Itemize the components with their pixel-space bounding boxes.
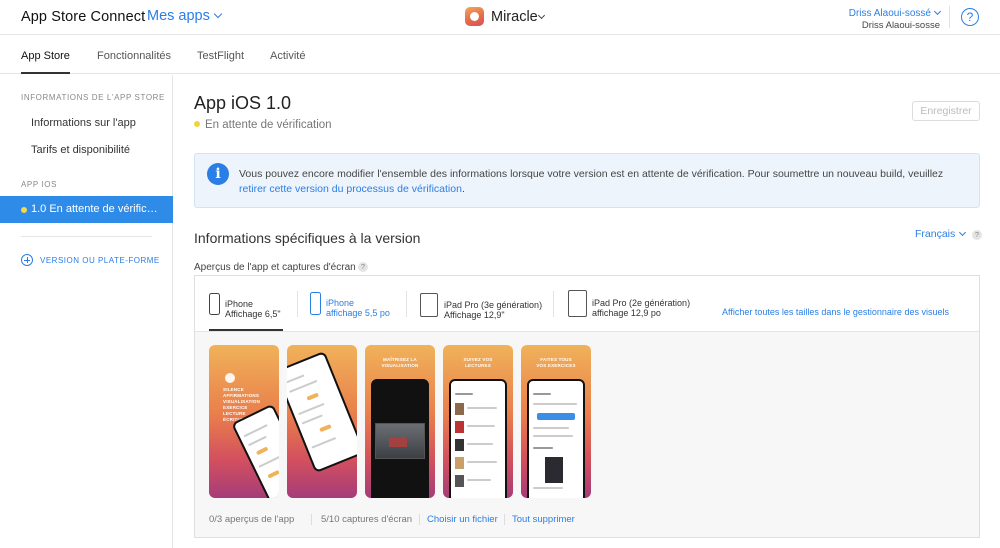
phone-mockup (527, 379, 585, 498)
status-dot (194, 121, 200, 127)
device-selector: iPhone Affichage 6,5" iPhone affichage 5… (195, 276, 979, 332)
user-team: Driss Alaoui-sosse (861, 20, 940, 31)
phone-mockup (449, 379, 507, 498)
chevron-down-icon (933, 7, 942, 16)
show-all-sizes-link[interactable]: Afficher toutes les tailles dans le gest… (722, 307, 949, 317)
tab-testflight[interactable]: TestFlight (197, 50, 244, 62)
delete-all-button[interactable]: Tout supprimer (512, 514, 575, 525)
screenshot-thumbnail[interactable]: MAÎTRISEZ LA VISUALISATION (365, 345, 435, 498)
sidebar-item-label: 1.0 En attente de vérific… (31, 203, 158, 215)
add-version-label: VERSION OU PLATE-FORME (40, 256, 160, 265)
device-name: iPhone (225, 299, 254, 309)
phone-mockup (371, 379, 429, 498)
info-icon: i (207, 163, 229, 185)
page-title: App iOS 1.0 (194, 93, 292, 113)
brand-title[interactable]: App Store Connect (21, 9, 145, 25)
info-text: Vous pouvez encore modifier l'ensemble d… (239, 168, 944, 180)
help-icon[interactable]: ? (972, 230, 982, 240)
device-name: iPhone (326, 298, 355, 308)
save-button[interactable]: Enregistrer (912, 101, 980, 121)
active-tab-indicator (21, 72, 70, 74)
device-name: iPad Pro (3e génération) (444, 300, 543, 310)
info-message: Vous pouvez encore modifier l'ensemble d… (239, 167, 969, 197)
help-icon[interactable]: ? (358, 262, 368, 272)
device-divider (297, 291, 298, 317)
user-name-text: Driss Alaoui-sossé (848, 8, 931, 19)
ipad-icon (420, 293, 438, 317)
sidebar-divider (21, 236, 152, 237)
version-status: En attente de vérification (194, 119, 332, 131)
tab-app-store[interactable]: App Store (21, 50, 70, 62)
sidebar: INFORMATIONS DE L'APP STORE Informations… (0, 75, 173, 548)
sidebar-item-pricing[interactable]: Tarifs et disponibilité (31, 144, 130, 156)
device-size: Affichage 12,9" (444, 310, 505, 320)
screenshot-caption: SUIVEZ VOS LECTURES (463, 357, 493, 368)
screenshots-count: 5/10 captures d'écran (321, 514, 413, 525)
screenshot-caption: MAÎTRISEZ LA VISUALISATION (381, 357, 419, 368)
app-name: Miracle (491, 9, 538, 25)
tab-activity[interactable]: Activité (270, 50, 305, 62)
screenshot-thumbnail[interactable]: SUIVEZ VOS LECTURES (443, 345, 513, 498)
device-tab-iphone-6-5[interactable]: iPhone Affichage 6,5" (209, 276, 285, 332)
chevron-down-icon (537, 11, 546, 20)
ipad-icon (568, 290, 587, 317)
my-apps-label: Mes apps (147, 8, 210, 24)
sidebar-section-app-store: INFORMATIONS DE L'APP STORE (21, 93, 165, 102)
status-text: En attente de vérification (205, 119, 332, 131)
device-tab-ipad-pro-2[interactable]: iPad Pro (2e génération) affichage 12,9 … (568, 276, 694, 332)
iphone-icon (310, 292, 321, 315)
device-divider (406, 291, 407, 317)
previews-label: Aperçus de l'app et captures d'écran (194, 262, 356, 273)
choose-file-button[interactable]: Choisir un fichier (427, 514, 498, 525)
media-panel: iPhone Affichage 6,5" iPhone affichage 5… (194, 275, 980, 538)
section-title: Informations spécifiques à la version (194, 230, 421, 246)
device-size: Affichage 6,5" (225, 309, 281, 319)
info-banner: i Vous pouvez encore modifier l'ensemble… (194, 153, 980, 208)
my-apps-menu[interactable]: Mes apps (147, 8, 223, 24)
screenshot-caption: FAITES TOUS VOS EXERCICES (536, 357, 576, 368)
withdraw-version-link[interactable]: retirer cette version du processus de vé… (239, 183, 462, 195)
device-tab-ipad-pro-3[interactable]: iPad Pro (3e génération) Affichage 12,9" (420, 276, 544, 332)
device-size: affichage 12,9 po (592, 308, 661, 318)
sidebar-section-ios-app: APP IOS (21, 180, 58, 189)
phone-mockup (287, 350, 357, 474)
language-label: Français (915, 228, 956, 240)
device-name: iPad Pro (2e génération) (592, 298, 691, 308)
device-divider (553, 291, 554, 317)
app-icon (465, 7, 484, 26)
chevron-down-icon (959, 228, 967, 237)
tab-features[interactable]: Fonctionnalités (97, 50, 171, 62)
status-dot (21, 207, 27, 213)
top-bar: App Store Connect Mes apps Miracle Driss… (0, 0, 1000, 35)
main-content: App iOS 1.0 En attente de vérification E… (174, 75, 1000, 548)
user-name: Driss Alaoui-sossé (848, 7, 942, 19)
footer-divider (311, 514, 312, 525)
user-menu[interactable]: Driss Alaoui-sossé Driss Alaoui-sosse (848, 7, 942, 31)
chevron-down-icon (213, 9, 223, 19)
help-icon[interactable]: ? (961, 8, 979, 26)
plus-circle-icon (21, 254, 33, 266)
device-tab-iphone-5-5[interactable]: iPhone affichage 5,5 po (310, 276, 396, 332)
screenshot-thumbnail[interactable]: FAITES TOUS VOS EXERCICES (521, 345, 591, 498)
screenshot-thumbnail[interactable] (287, 345, 357, 498)
tab-bar: App Store Fonctionnalités TestFlight Act… (0, 36, 1000, 74)
footer-divider (419, 514, 420, 525)
active-device-indicator (209, 329, 283, 331)
screenshot-thumbnail[interactable]: SILENCE AFFIRMATIONS VISUALISATION EXERC… (209, 345, 279, 498)
sidebar-item-app-info[interactable]: Informations sur l'app (31, 117, 136, 129)
sidebar-item-version-1-0[interactable]: 1.0 En attente de vérific… (0, 196, 173, 223)
footer-divider (504, 514, 505, 525)
iphone-icon (209, 293, 220, 315)
device-size: affichage 5,5 po (326, 308, 390, 318)
logo-circle-icon (225, 373, 235, 383)
language-select[interactable]: Français (915, 228, 967, 240)
header-divider (949, 6, 950, 28)
previews-count: 0/3 aperçus de l'app (209, 514, 295, 525)
info-text-end: . (461, 183, 465, 195)
